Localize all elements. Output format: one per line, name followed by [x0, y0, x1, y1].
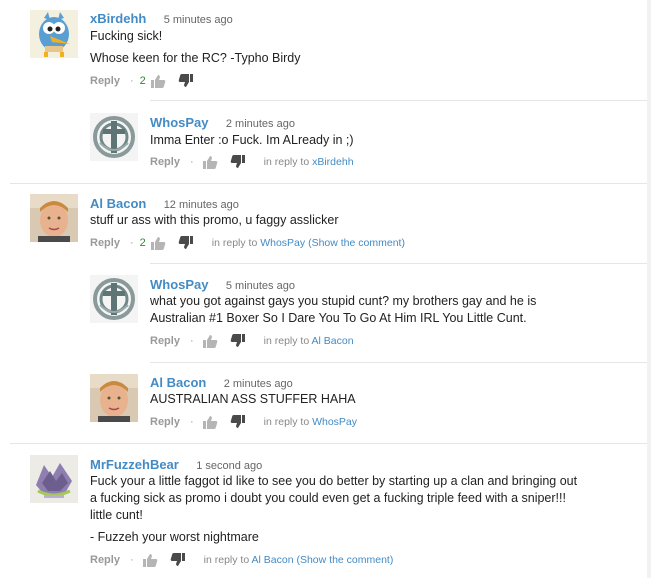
- thumbs-down-icon[interactable]: [230, 334, 246, 348]
- author-name[interactable]: xBirdehh: [90, 11, 146, 26]
- in-reply-to: in reply to Al Bacon: [264, 335, 354, 347]
- in-reply-label: in reply to: [203, 554, 250, 566]
- separator: ·: [189, 416, 194, 428]
- avatar[interactable]: [90, 374, 138, 422]
- thumbs-down-icon[interactable]: [230, 415, 246, 429]
- in-reply-to: in reply to WhosPay: [264, 416, 357, 428]
- author-name[interactable]: Al Bacon: [90, 196, 146, 211]
- like-count: 2: [139, 237, 146, 249]
- comment-text: Fuck your a little faggot id like to see…: [90, 474, 578, 488]
- in-reply-to: in reply to Al Bacon (Show the comment): [204, 554, 394, 566]
- reply-button[interactable]: Reply: [150, 416, 180, 428]
- comment-text: Imma Enter :o Fuck. Im ALready in ;): [150, 133, 354, 147]
- avatar[interactable]: [30, 194, 78, 242]
- in-reply-to: in reply to WhosPay (Show the comment): [212, 237, 405, 249]
- separator: ·: [129, 554, 134, 566]
- comment-text: Whose keen for the RC? -Typho Birdy: [90, 51, 301, 65]
- author-name[interactable]: MrFuzzehBear: [90, 457, 179, 472]
- in-reply-link[interactable]: WhosPay: [312, 416, 357, 428]
- divider: [150, 263, 651, 264]
- thumbs-up-icon[interactable]: [202, 334, 218, 348]
- scrollbar[interactable]: [647, 0, 651, 578]
- thumbs-down-icon[interactable]: [230, 155, 246, 169]
- avatar[interactable]: [30, 10, 78, 58]
- thumbs-down-icon[interactable]: [178, 236, 194, 250]
- thumbs-down-icon[interactable]: [178, 74, 194, 88]
- show-comment-link[interactable]: (Show the comment): [296, 554, 393, 566]
- bird-avatar-icon: [30, 10, 78, 58]
- in-reply-label: in reply to: [263, 416, 310, 428]
- timestamp[interactable]: 2 minutes ago: [224, 378, 293, 390]
- timestamp[interactable]: 5 minutes ago: [226, 280, 295, 292]
- tribal-logo-avatar-icon: [90, 113, 138, 161]
- timestamp[interactable]: 12 minutes ago: [164, 199, 239, 211]
- tribal-logo-avatar-icon: [90, 275, 138, 323]
- in-reply-link[interactable]: WhosPay: [260, 237, 305, 249]
- thumbs-up-icon[interactable]: [150, 236, 166, 250]
- reply-button[interactable]: Reply: [90, 75, 120, 87]
- comment-text: AUSTRALIAN ASS STUFFER HAHA: [150, 392, 356, 406]
- thumbs-up-icon[interactable]: [142, 553, 158, 567]
- thumbs-up-icon[interactable]: [202, 415, 218, 429]
- in-reply-link[interactable]: Al Bacon: [252, 554, 294, 566]
- author-name[interactable]: WhosPay: [150, 277, 209, 292]
- reply-button[interactable]: Reply: [150, 156, 180, 168]
- timestamp[interactable]: 1 second ago: [196, 460, 262, 472]
- reply-button[interactable]: Reply: [90, 237, 120, 249]
- in-reply-to: in reply to xBirdehh: [264, 156, 354, 168]
- reply-button[interactable]: Reply: [150, 335, 180, 347]
- divider: [10, 443, 651, 444]
- like-count: 2: [139, 75, 146, 87]
- photo-avatar-icon: [90, 374, 138, 422]
- comment-text: little cunt!: [90, 508, 143, 522]
- in-reply-label: in reply to: [263, 335, 310, 347]
- separator: ·: [129, 237, 134, 249]
- in-reply-link[interactable]: xBirdehh: [312, 156, 353, 168]
- avatar[interactable]: [90, 113, 138, 161]
- separator: ·: [189, 335, 194, 347]
- author-name[interactable]: Al Bacon: [150, 375, 206, 390]
- in-reply-link[interactable]: Al Bacon: [312, 335, 354, 347]
- graffiti-avatar-icon: [30, 455, 78, 503]
- separator: ·: [129, 75, 134, 87]
- comment-text: stuff ur ass with this promo, u faggy as…: [90, 213, 339, 227]
- avatar[interactable]: [90, 275, 138, 323]
- thumbs-up-icon[interactable]: [202, 155, 218, 169]
- timestamp[interactable]: 5 minutes ago: [164, 14, 233, 26]
- reply-button[interactable]: Reply: [90, 554, 120, 566]
- in-reply-label: in reply to: [263, 156, 310, 168]
- divider: [150, 362, 651, 363]
- divider: [150, 100, 651, 101]
- avatar[interactable]: [30, 455, 78, 503]
- comment-text: what you got against gays you stupid cun…: [150, 294, 537, 308]
- photo-avatar-icon: [30, 194, 78, 242]
- comment-text: Australian #1 Boxer So I Dare You To Go …: [150, 311, 527, 325]
- comment-text: Fucking sick!: [90, 29, 163, 43]
- divider: [10, 183, 651, 184]
- show-comment-link[interactable]: (Show the comment): [308, 237, 405, 249]
- author-name[interactable]: WhosPay: [150, 115, 209, 130]
- comment-text: a fucking sick as promo i doubt you coul…: [90, 491, 566, 505]
- separator: ·: [189, 156, 194, 168]
- comment-text: - Fuzzeh your worst nightmare: [90, 530, 259, 544]
- thumbs-down-icon[interactable]: [170, 553, 186, 567]
- timestamp[interactable]: 2 minutes ago: [226, 118, 295, 130]
- thumbs-up-icon[interactable]: [150, 74, 166, 88]
- in-reply-label: in reply to: [211, 237, 258, 249]
